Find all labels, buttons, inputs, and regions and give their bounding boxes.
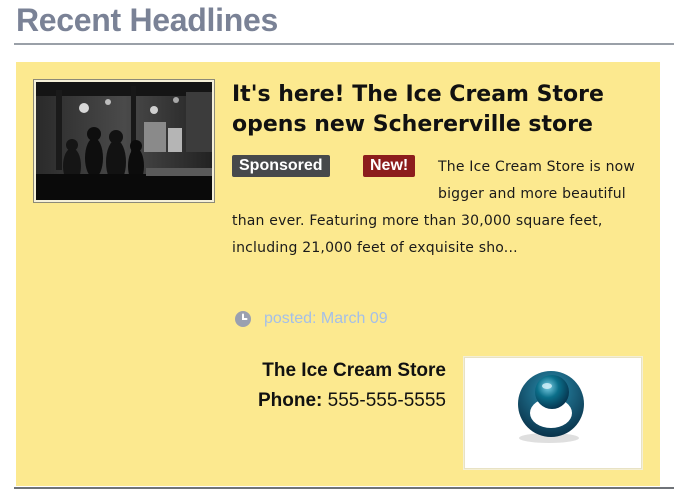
- article-summary: The Ice Cream Store is now bigger and mo…: [232, 154, 642, 262]
- section-title: Recent Headlines: [16, 2, 278, 38]
- posted-text: posted: March 09: [264, 310, 388, 327]
- title-divider: [14, 43, 674, 45]
- sphere-logo-icon: [518, 371, 584, 443]
- business-phone: Phone: 555-555-5555: [216, 390, 446, 412]
- posted-date: posted: March 09: [234, 309, 388, 329]
- business-logo[interactable]: [464, 357, 642, 469]
- phone-label: Phone:: [258, 390, 323, 411]
- clock-icon: [234, 310, 252, 328]
- bottom-divider: [14, 487, 674, 489]
- summary-text: The Ice Cream Store is now bigger and mo…: [232, 159, 636, 256]
- business-name[interactable]: The Ice Cream Store: [232, 360, 446, 382]
- headline-link[interactable]: It's here! The Ice Cream Store opens new…: [232, 80, 642, 140]
- headline-card: It's here! The Ice Cream Store opens new…: [16, 62, 660, 486]
- article-thumbnail[interactable]: [33, 79, 215, 203]
- thumbnail-photo: [36, 82, 212, 200]
- phone-number[interactable]: 555-555-5555: [328, 390, 446, 411]
